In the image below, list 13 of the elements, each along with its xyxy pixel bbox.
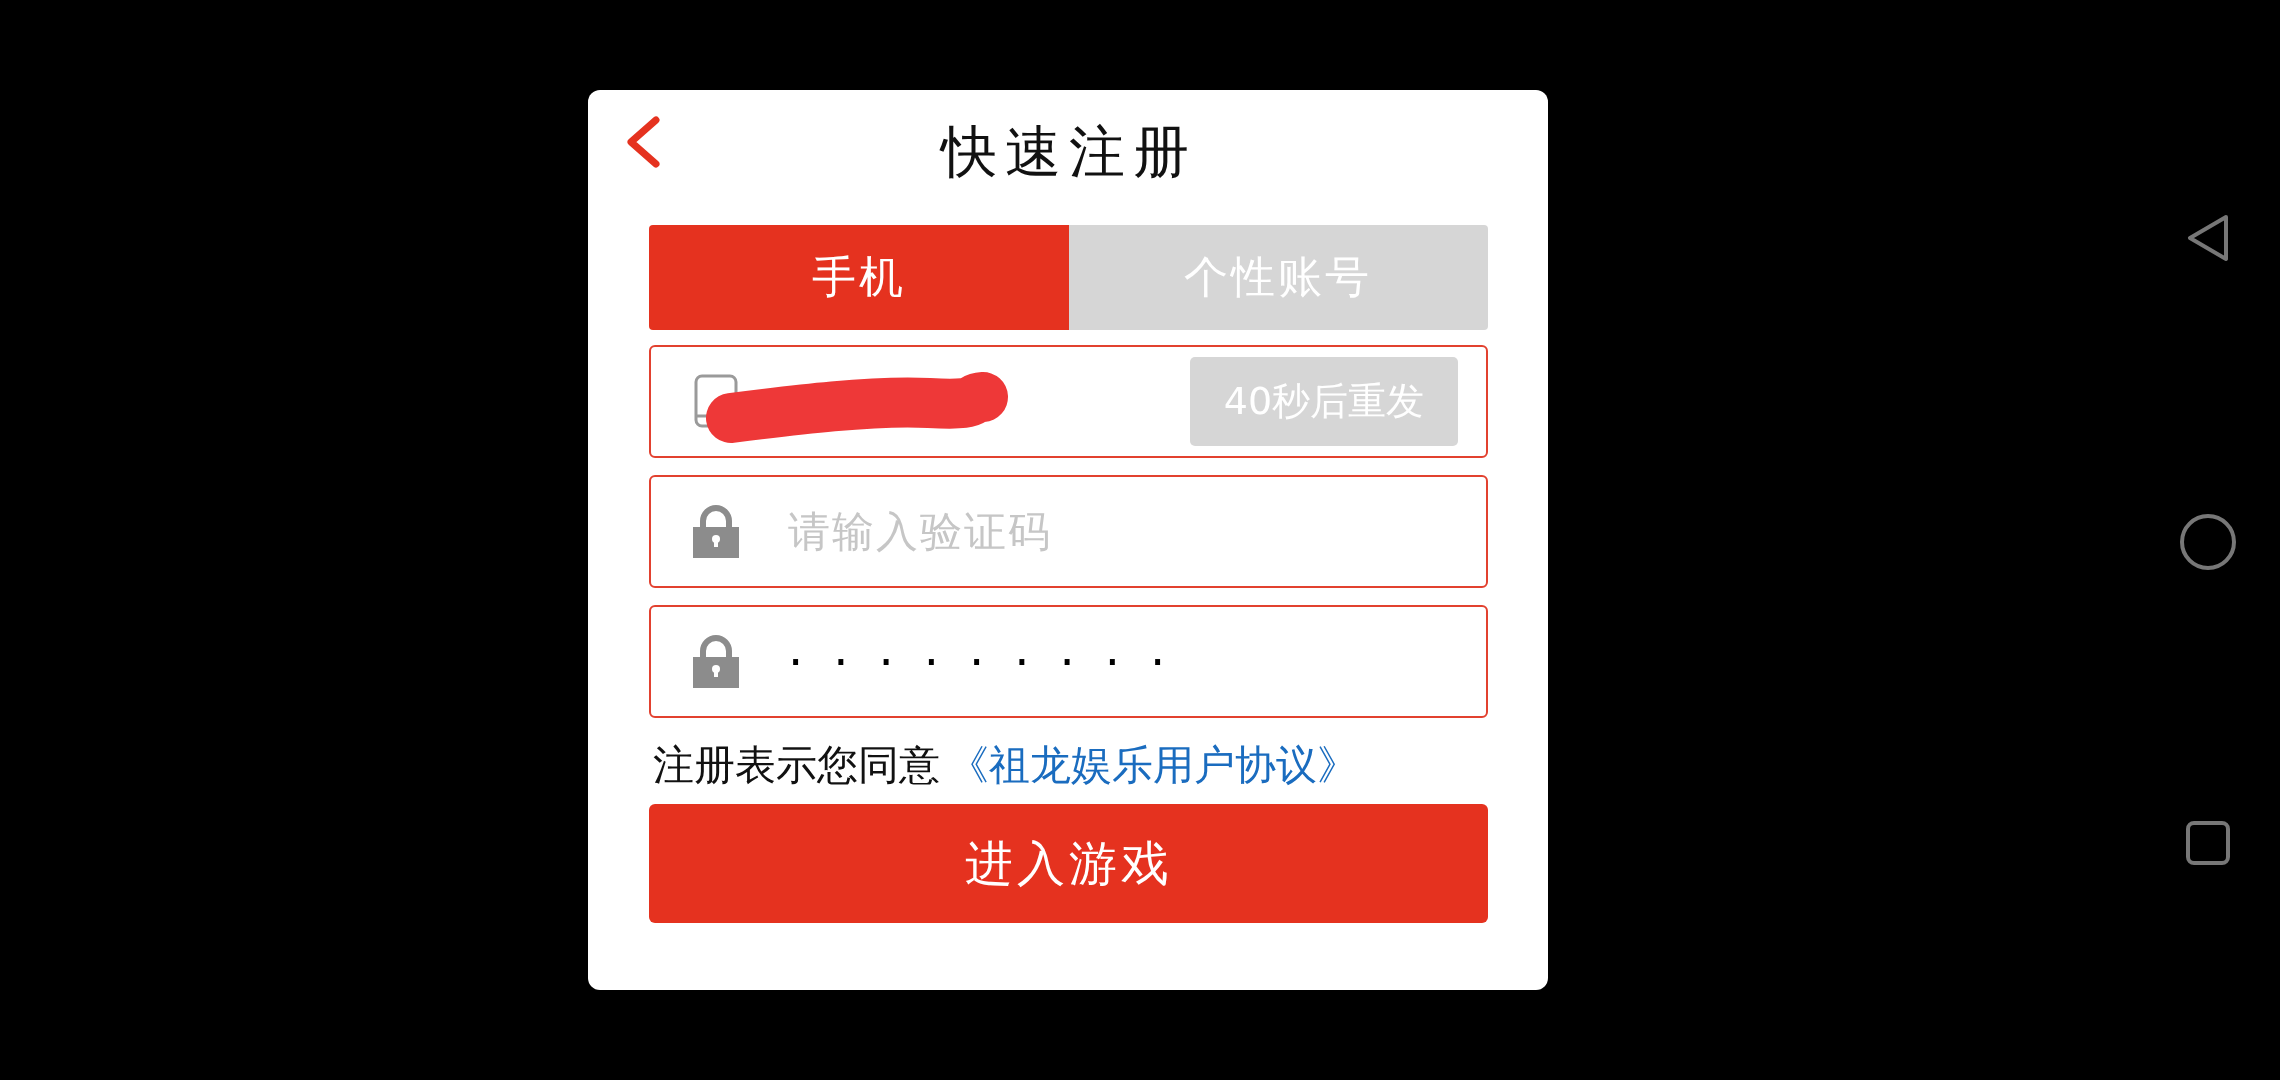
lock-icon [693, 634, 739, 688]
home-icon[interactable] [2179, 513, 2237, 571]
dialog-title: 快速注册 [940, 118, 1197, 186]
lock-icon [693, 504, 739, 558]
tab[interactable]: 手机 [649, 225, 1069, 330]
code-field[interactable]: 请输入验证码 [649, 475, 1488, 588]
back-icon[interactable] [625, 116, 661, 168]
agreement-text: 注册表示您同意 《祖龙娱乐用户协议》 [653, 740, 1359, 790]
agreement-link[interactable]: 《祖龙娱乐用户协议》 [948, 741, 1358, 789]
enter-game-button[interactable]: 进入游戏 [649, 804, 1488, 923]
password-field[interactable]: ········· [649, 605, 1488, 718]
recent-apps-icon[interactable] [2186, 821, 2230, 865]
nav-back-icon[interactable] [2186, 213, 2230, 263]
